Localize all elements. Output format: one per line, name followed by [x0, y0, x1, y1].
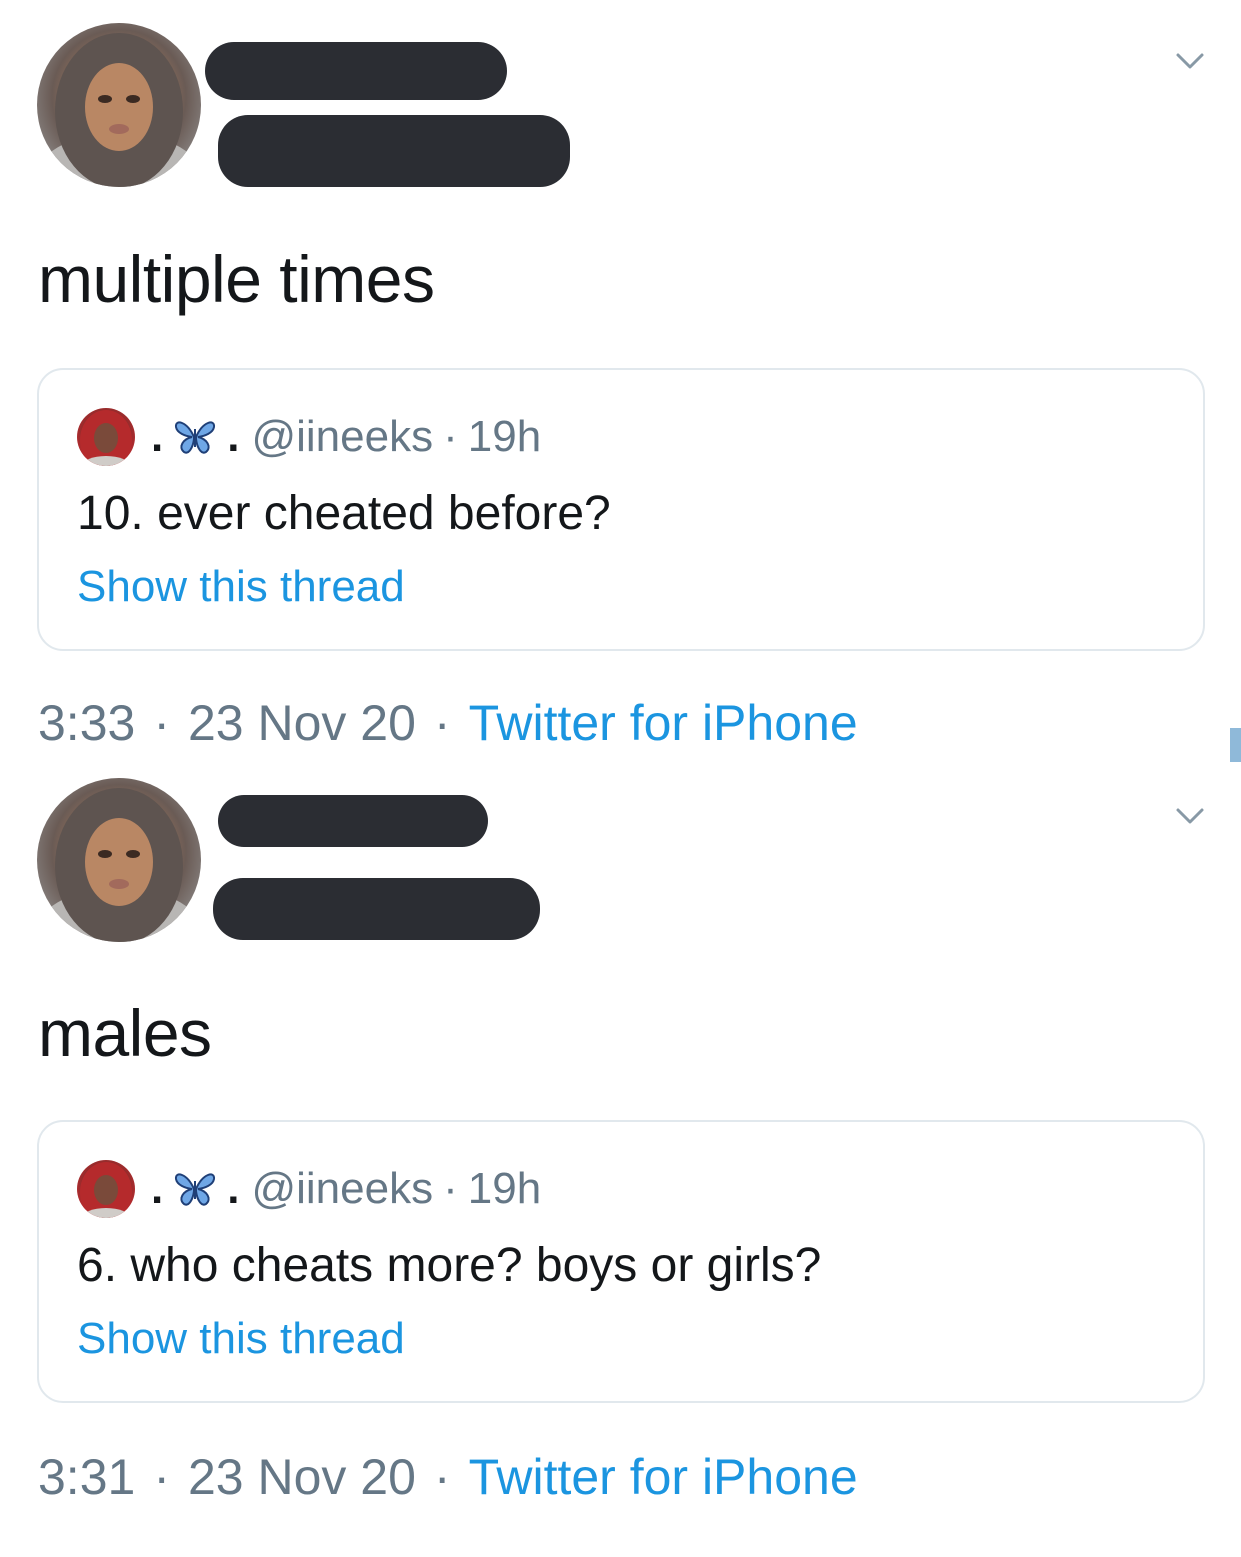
redacted-display-name: [205, 42, 507, 100]
redacted-username: [213, 878, 540, 940]
tweet-time[interactable]: 3:33: [38, 694, 135, 752]
tweet-source-link[interactable]: Twitter for iPhone: [469, 1448, 858, 1506]
tweet-text: multiple times: [38, 242, 435, 316]
separator: ·: [153, 695, 170, 751]
tweet-source-link[interactable]: Twitter for iPhone: [469, 694, 858, 752]
separator: ·: [443, 1164, 458, 1213]
tweet-date[interactable]: 23 Nov 20: [188, 1448, 416, 1506]
separator: ·: [443, 412, 458, 461]
quoted-tweet-header: . . @iineeks · 19h: [77, 408, 541, 466]
quoted-tweet[interactable]: . . @iineeks · 19h 10. ever cheated befo…: [37, 368, 1205, 651]
display-name-dot: .: [227, 1164, 240, 1213]
display-name-dot: .: [227, 412, 240, 461]
quoted-text: 6. who cheats more? boys or girls?: [77, 1239, 822, 1292]
redacted-display-name: [218, 795, 488, 847]
show-thread-link[interactable]: Show this thread: [77, 1314, 405, 1364]
tweet-meta: 3:31 · 23 Nov 20 · Twitter for iPhone: [38, 1448, 858, 1506]
tweet-date[interactable]: 23 Nov 20: [188, 694, 416, 752]
butterfly-icon: [175, 421, 216, 454]
display-name-dot: .: [151, 412, 164, 461]
separator: ·: [433, 1449, 451, 1505]
chevron-down-icon[interactable]: [1175, 807, 1205, 825]
display-name-dot: .: [151, 1164, 164, 1213]
quoted-text: 10. ever cheated before?: [77, 487, 611, 540]
quoted-avatar: [77, 408, 135, 466]
quoted-avatar: [77, 1160, 135, 1218]
tweet-text: males: [38, 996, 212, 1070]
quoted-handle[interactable]: @iineeks: [251, 1164, 433, 1214]
separator: ·: [153, 1449, 170, 1505]
chevron-down-icon[interactable]: [1175, 52, 1205, 70]
redacted-username: [218, 115, 570, 187]
show-thread-link[interactable]: Show this thread: [77, 562, 405, 612]
avatar[interactable]: [37, 23, 201, 187]
quoted-tweet-header: . . @iineeks · 19h: [77, 1160, 541, 1218]
butterfly-icon: [175, 1173, 216, 1206]
separator: ·: [433, 695, 451, 751]
tweet-time[interactable]: 3:31: [38, 1448, 135, 1506]
avatar[interactable]: [37, 778, 201, 942]
scroll-indicator: [1230, 728, 1241, 762]
tweet-meta: 3:33 · 23 Nov 20 · Twitter for iPhone: [38, 694, 858, 752]
quoted-tweet[interactable]: . . @iineeks · 19h 6. who cheats more? b…: [37, 1120, 1205, 1403]
quoted-age[interactable]: 19h: [468, 1164, 541, 1214]
quoted-age[interactable]: 19h: [468, 412, 541, 462]
quoted-handle[interactable]: @iineeks: [251, 412, 433, 462]
